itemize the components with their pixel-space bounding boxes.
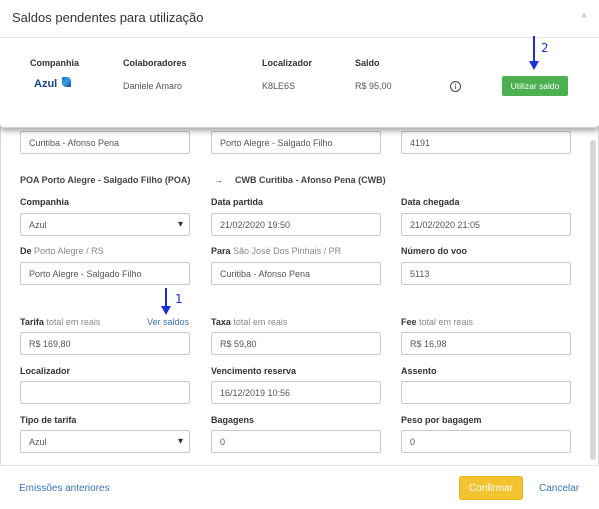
peso-bagagem-input[interactable]: 0 — [401, 430, 571, 453]
cancelar-link[interactable]: Cancelar — [539, 483, 579, 494]
taxa-label: Taxa total em reais — [211, 317, 287, 327]
azul-logo: Azul — [34, 78, 58, 90]
localizador-label: Localizador — [20, 366, 71, 376]
para-input[interactable]: Curitiba - Afonso Pena — [211, 262, 381, 285]
localizador-input[interactable] — [20, 381, 190, 404]
info-icon[interactable]: i — [450, 81, 461, 92]
data-partida-label: Data partida — [211, 197, 264, 207]
header-localizador: Localizador — [262, 58, 313, 68]
para-label-text: Para — [211, 246, 231, 256]
ver-saldos-link[interactable]: Ver saldos — [147, 317, 189, 327]
numero-voo-input[interactable]: 5113 — [401, 262, 571, 285]
fee-input[interactable]: R$ 16,98 — [401, 332, 571, 355]
fee-label: Fee total em reais — [401, 317, 473, 327]
taxa-input[interactable]: R$ 59,80 — [211, 332, 381, 355]
confirmar-button[interactable]: Confirmar — [459, 476, 523, 500]
tarifa-hint: total em reais — [46, 317, 101, 327]
para-label: Para São José Dos Pinhais / PR — [211, 246, 341, 256]
data-partida-input[interactable]: 21/02/2020 19:50 — [211, 213, 381, 236]
popup-title: Saldos pendentes para utilização — [12, 10, 204, 25]
tipo-tarifa-select[interactable]: Azul — [20, 430, 190, 453]
para-hint: São José Dos Pinhais / PR — [233, 246, 342, 256]
companhia-label: Companhia — [20, 197, 70, 207]
de-label: De Porto Alegre / RS — [20, 246, 104, 256]
row-localizador: K8LE6S — [262, 81, 296, 91]
vencimento-label: Vencimento reserva — [211, 366, 297, 376]
de-input[interactable]: Porto Alegre - Salgado Filho — [20, 262, 190, 285]
popup-divider — [0, 37, 599, 38]
bagagens-input[interactable]: 0 — [211, 430, 381, 453]
header-companhia: Companhia — [30, 58, 80, 68]
close-icon[interactable]: × — [581, 11, 587, 22]
peso-bagagem-label: Peso por bagagem — [401, 415, 482, 425]
annotation-arrow-1 — [165, 288, 167, 308]
assento-input[interactable] — [401, 381, 571, 404]
taxa-label-text: Taxa — [211, 317, 231, 327]
row-saldo: R$ 95,00 — [355, 81, 392, 91]
annotation-arrow-2 — [533, 36, 535, 62]
route-to: CWB Curitiba - Afonso Pena (CWB) — [235, 175, 386, 185]
form-scrollbar[interactable] — [590, 140, 596, 460]
tarifa-label-text: Tarifa — [20, 317, 44, 327]
annotation-number-2: 2 — [541, 41, 549, 55]
bagagens-label: Bagagens — [211, 415, 255, 425]
azul-logo-mark-icon — [62, 77, 71, 87]
de-hint: Porto Alegre / RS — [34, 246, 104, 256]
top-destination-input[interactable]: Curitiba - Afonso Pena — [20, 131, 190, 154]
header-saldo: Saldo — [355, 58, 380, 68]
fee-hint: total em reais — [419, 317, 474, 327]
route-from: POA Porto Alegre - Salgado Filho (POA) — [20, 175, 191, 185]
data-chegada-label: Data chegada — [401, 197, 460, 207]
companhia-select[interactable]: Azul — [20, 213, 190, 236]
de-label-text: De — [20, 246, 32, 256]
fee-label-text: Fee — [401, 317, 417, 327]
annotation-arrowhead-1 — [161, 306, 171, 315]
route-arrow-icon: → — [214, 175, 223, 185]
annotation-number-1: 1 — [175, 292, 183, 306]
top-origin-input[interactable]: Porto Alegre - Salgado Filho — [211, 131, 381, 154]
tarifa-input[interactable]: R$ 169,80 — [20, 332, 190, 355]
utilizar-saldo-button[interactable]: Utilizar saldo — [502, 76, 568, 96]
tipo-tarifa-label: Tipo de tarifa — [20, 415, 77, 425]
taxa-hint: total em reais — [233, 317, 288, 327]
top-flight-number-input[interactable]: 4191 — [401, 131, 571, 154]
numero-voo-label: Número do voo — [401, 246, 468, 256]
vencimento-input[interactable]: 16/12/2019 10:56 — [211, 381, 381, 404]
header-colaboradores: Colaboradores — [123, 58, 187, 68]
row-colaborador: Daniele Amaro — [123, 81, 183, 91]
data-chegada-input[interactable]: 21/02/2020 21:05 — [401, 213, 571, 236]
annotation-arrowhead-2 — [529, 61, 539, 70]
saldos-pendentes-popup: Saldos pendentes para utilização × Compa… — [0, 0, 599, 128]
assento-label: Assento — [401, 366, 437, 376]
tarifa-label: Tarifa total em reais — [20, 317, 100, 327]
emissoes-anteriores-link[interactable]: Emissões anteriores — [19, 483, 110, 494]
